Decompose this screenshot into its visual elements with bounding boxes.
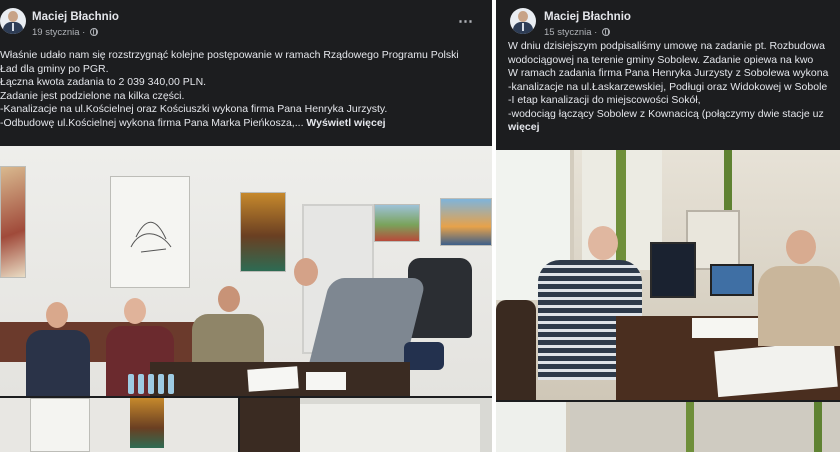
post-photo-signing[interactable] (0, 146, 492, 396)
post-text-line-last: -Odbudowę ul.Kościelnej wykona firma Pan… (0, 117, 459, 131)
post-text-line-content: -Odbudowę ul.Kościelnej wykona firma Pan… (0, 116, 304, 129)
more-options-icon[interactable]: ⋯ (458, 12, 474, 30)
post-text-line: -kanalizacje na ul.Łaskarzewskiej, Podłu… (508, 80, 828, 93)
post-photo-thumbnail[interactable] (0, 398, 238, 452)
post-photo-signing[interactable] (496, 150, 840, 400)
post-text-line: W dniu dzisiejszym podpisaliśmy umowę na… (508, 40, 825, 52)
post-header: Maciej Błachnio 15 stycznia · (496, 0, 840, 40)
post-text: Właśnie udało nam się rozstrzygnąć kolej… (0, 49, 459, 130)
post-date[interactable]: 19 stycznia · (32, 27, 98, 38)
post-text-line: Łączna kwota zadania to 2 039 340,00 PLN… (0, 76, 207, 88)
post-photo-thumbnail[interactable] (496, 402, 840, 452)
post-date-text[interactable]: 15 stycznia (544, 27, 592, 38)
globe-icon (601, 28, 610, 36)
author-name[interactable]: Maciej Błachnio (32, 11, 119, 23)
post-header: Maciej Błachnio 19 stycznia · ⋯ (0, 0, 492, 40)
see-more-link[interactable]: więcej (508, 121, 828, 135)
post-text-line: Właśnie udało nam się rozstrzygnąć kolej… (0, 49, 459, 61)
post-text-line: W ramach zadania firma Pana Henryka Jurz… (508, 67, 829, 79)
post-text-line: -Kanalizacje na ul.Kościelnej oraz Kości… (0, 103, 388, 115)
post-text-line: Ład dla gminy po PGR. (0, 62, 109, 75)
post-photo-thumbnail[interactable] (240, 398, 492, 452)
author-name[interactable]: Maciej Błachnio (544, 11, 631, 23)
post-text: W dniu dzisiejszym podpisaliśmy umowę na… (508, 40, 828, 135)
avatar[interactable] (510, 8, 536, 34)
post-text-line: wodociągowej na terenie gminy Sobolew. Z… (508, 53, 814, 66)
post-text-line: Zadanie jest podzielone na kilka części. (0, 89, 185, 102)
post-date-text[interactable]: 19 stycznia (32, 27, 80, 38)
globe-icon (89, 28, 98, 36)
post-text-line: -I etap kanalizacji do miejscowości Sokó… (508, 94, 701, 106)
avatar[interactable] (0, 8, 26, 34)
post-date[interactable]: 15 stycznia · (544, 27, 610, 38)
see-more-link[interactable]: Wyświetl więcej (306, 117, 385, 129)
post-text-line: -wodociąg łączący Sobolew z Kownacicą (p… (508, 107, 824, 120)
